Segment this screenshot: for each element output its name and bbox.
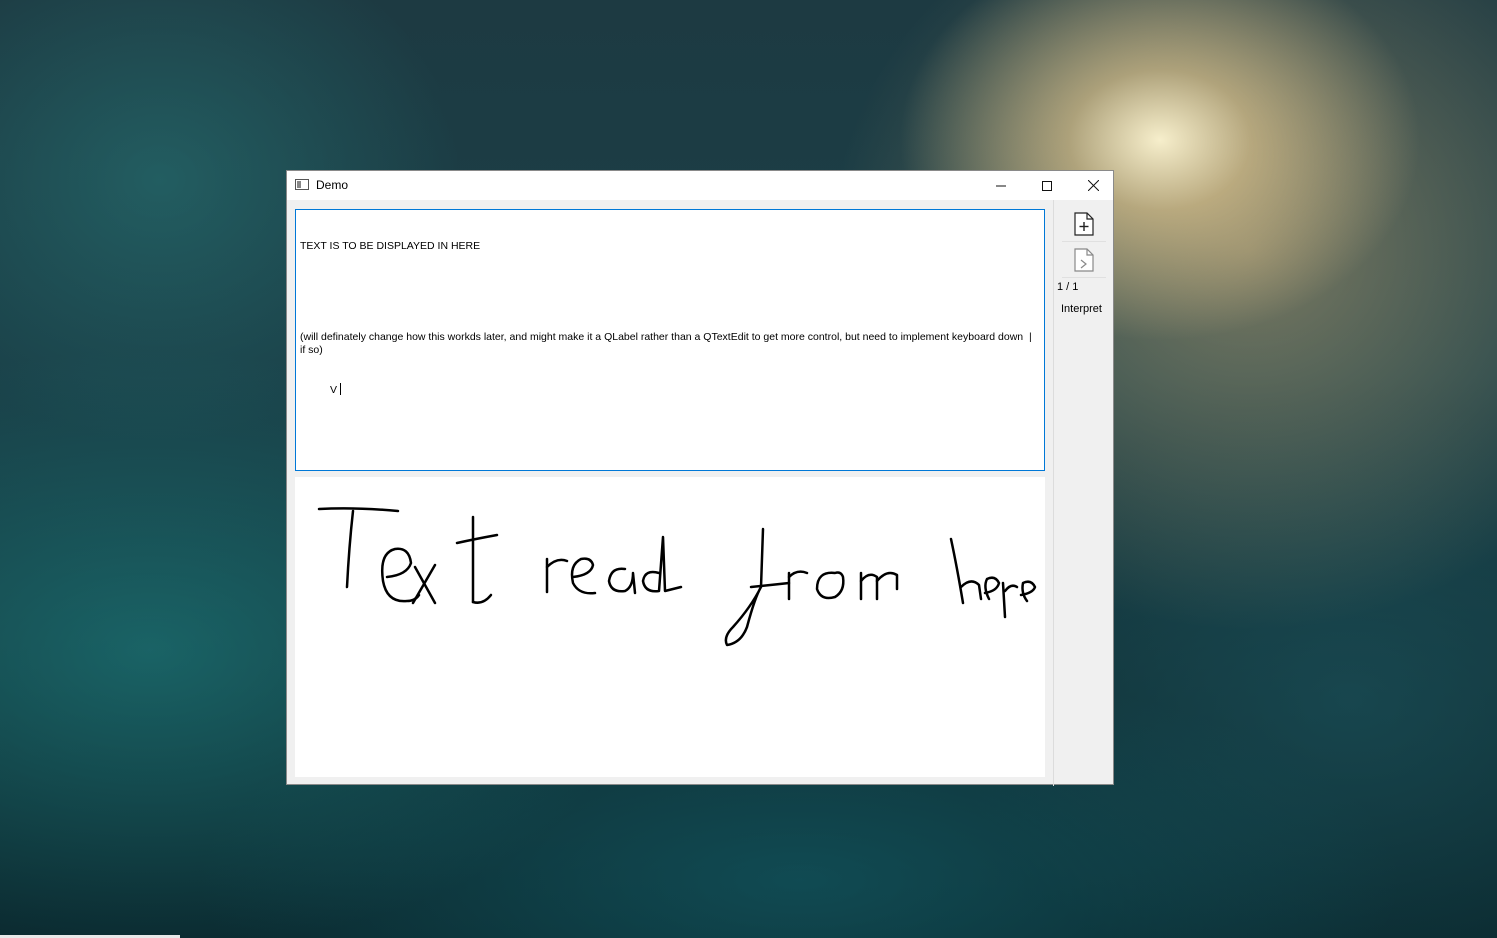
- window-title: Demo: [316, 178, 349, 192]
- maximize-icon: [1042, 180, 1052, 191]
- page-icon: [1074, 248, 1094, 272]
- page-nav-button[interactable]: [1062, 243, 1106, 278]
- add-page-icon: [1074, 212, 1094, 236]
- app-icon: [295, 179, 309, 190]
- editor-line-cursor: V: [300, 383, 1040, 397]
- demo-window: Demo TEXT IS TO BE DISPLAYED IN HERE (wi…: [286, 170, 1114, 786]
- editor-line-heading: TEXT IS TO BE DISPLAYED IN HERE: [300, 240, 481, 252]
- editor-line-v: V: [330, 384, 338, 396]
- text-caret: [340, 383, 342, 395]
- handwriting-canvas[interactable]: [295, 477, 1045, 777]
- maximize-button[interactable]: [1024, 171, 1070, 200]
- new-page-button[interactable]: [1062, 207, 1106, 242]
- interpret-button[interactable]: Interpret: [1061, 303, 1102, 315]
- minimize-button[interactable]: [978, 171, 1024, 200]
- text-output-editor[interactable]: TEXT IS TO BE DISPLAYED IN HERE (will de…: [295, 209, 1045, 471]
- close-icon: [1087, 180, 1099, 191]
- editor-line-note: (will definately change how this workds …: [300, 331, 1038, 356]
- sidebar-divider: [1053, 200, 1054, 786]
- handwriting-strokes: [317, 507, 1037, 647]
- close-button[interactable]: [1070, 171, 1116, 200]
- title-bar[interactable]: Demo: [287, 171, 1113, 200]
- page-counter: 1 / 1: [1057, 281, 1079, 293]
- minimize-icon: [996, 185, 1006, 186]
